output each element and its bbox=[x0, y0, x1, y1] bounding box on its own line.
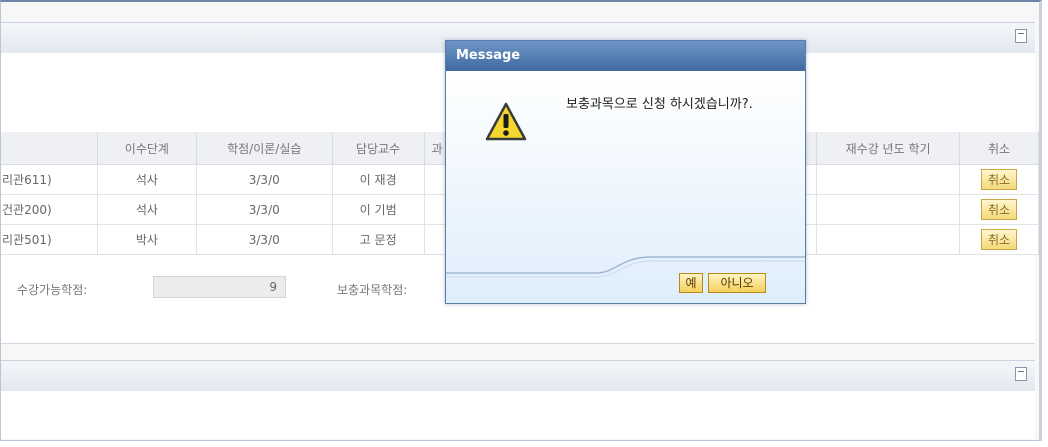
cell-credits: 3/3/0 bbox=[196, 194, 333, 225]
col-header-cancel: 취소 bbox=[959, 132, 1039, 165]
cell-credits: 3/3/0 bbox=[196, 224, 333, 255]
cell-course-room: 리관501) bbox=[1, 224, 98, 255]
collapse-panel-button[interactable] bbox=[1015, 367, 1027, 381]
col-header-course bbox=[1, 132, 98, 165]
col-header-credits: 학점/이론/실습 bbox=[196, 132, 333, 165]
cell-professor: 이 재경 bbox=[332, 164, 425, 195]
cell-professor: 고 문정 bbox=[332, 224, 425, 255]
col-header-retake: 재수강 년도 학기 bbox=[816, 132, 961, 165]
cell-professor: 이 기범 bbox=[332, 194, 425, 225]
cell-course-room: 건관200) bbox=[1, 194, 98, 225]
cell-cancel: 취소 bbox=[959, 194, 1039, 225]
cell-level: 박사 bbox=[97, 224, 197, 255]
warning-icon bbox=[485, 102, 527, 141]
dialog-message: 보충과목으로 신청 하시겠습니까?. bbox=[566, 97, 753, 112]
available-credits-label: 수강가능학점: bbox=[17, 283, 88, 297]
cell-level: 석사 bbox=[97, 164, 197, 195]
cell-cancel: 취소 bbox=[959, 224, 1039, 255]
cell-credits: 3/3/0 bbox=[196, 164, 333, 195]
dialog-content: 보충과목으로 신청 하시겠습니까?. bbox=[446, 71, 805, 303]
dialog-title: Message bbox=[446, 41, 805, 71]
cell-retake bbox=[816, 164, 961, 195]
cancel-course-button[interactable]: 취소 bbox=[980, 169, 1018, 190]
col-header-professor: 담당교수 bbox=[332, 132, 425, 165]
cell-retake bbox=[816, 224, 961, 255]
yes-button[interactable]: 예 bbox=[679, 273, 703, 293]
collapse-panel-button[interactable] bbox=[1015, 29, 1027, 43]
second-panel-body bbox=[1, 391, 1035, 439]
cell-level: 석사 bbox=[97, 194, 197, 225]
cell-cancel: 취소 bbox=[959, 164, 1039, 195]
col-header-level: 이수단계 bbox=[97, 132, 197, 165]
available-credits-field: 9 bbox=[153, 276, 286, 298]
cancel-course-button[interactable]: 취소 bbox=[980, 199, 1018, 220]
cell-course-room: 리관611) bbox=[1, 164, 98, 195]
message-dialog: Message 보충과목으로 신청 하시겠습니까?. 예 아니오 bbox=[445, 40, 806, 304]
cancel-course-button[interactable]: 취소 bbox=[980, 229, 1018, 250]
cell-retake bbox=[816, 194, 961, 225]
supplementary-credits-label: 보충과목학점: bbox=[337, 283, 408, 297]
no-button[interactable]: 아니오 bbox=[708, 273, 766, 293]
second-panel-header bbox=[1, 360, 1035, 392]
